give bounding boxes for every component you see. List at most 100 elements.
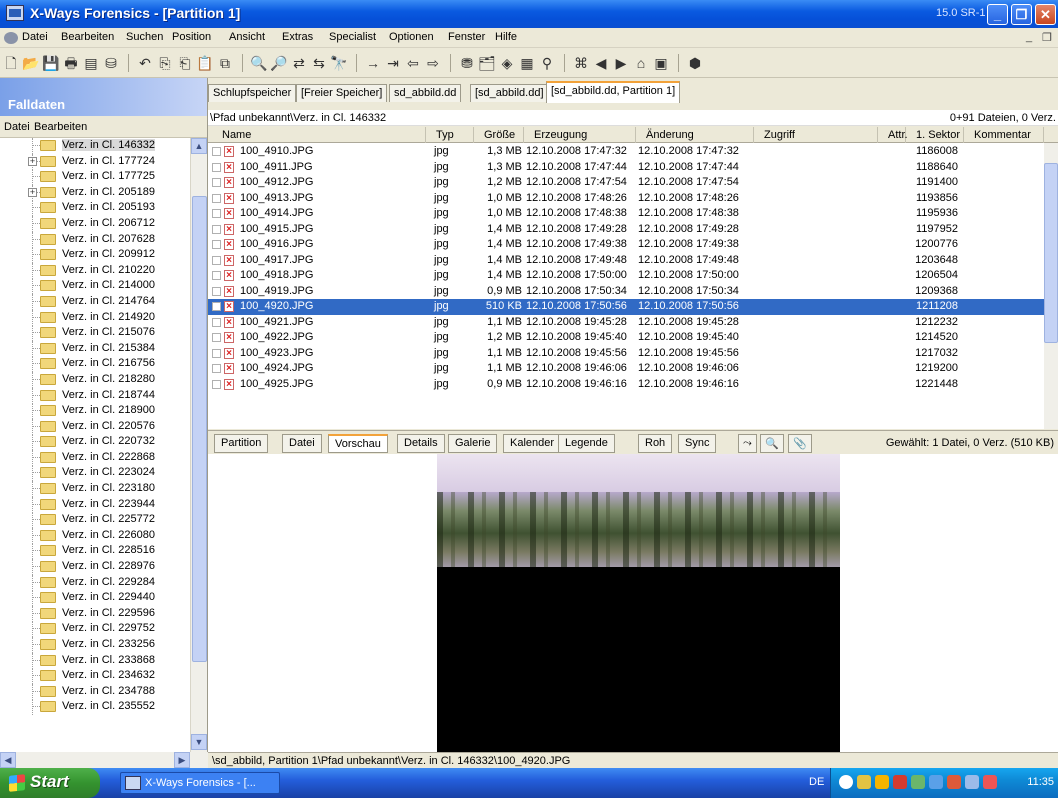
tree-item[interactable]: Verz. in Cl. 222868 (0, 449, 190, 466)
col-sector-header[interactable]: 1. Sektor (906, 127, 964, 143)
tree-item[interactable]: Verz. in Cl. 214000 (0, 278, 190, 295)
scroll-up-icon[interactable]: ▲ (191, 138, 207, 154)
row-checkbox[interactable] (212, 286, 221, 296)
tree-item[interactable]: Verz. in Cl. 220732 (0, 434, 190, 451)
view-tab[interactable]: Partition (214, 434, 269, 453)
col-type-header[interactable]: Typ (426, 127, 474, 143)
tree-item[interactable]: Verz. in Cl. 218744 (0, 387, 190, 404)
undo-icon[interactable]: ↶ (136, 54, 154, 72)
file-row[interactable]: × 100_4911.JPG jpg 1,3 MB 12.10.2008 17:47:4… (208, 160, 1044, 176)
tab-data-window[interactable]: [sd_abbild.dd] (470, 84, 549, 102)
paste-icon[interactable]: 📋 (196, 54, 214, 72)
paste-hex-icon[interactable]: ⧉ (216, 54, 234, 72)
tab-data-window[interactable]: sd_abbild.dd (389, 84, 462, 102)
print-icon[interactable]: 🖶 (62, 54, 80, 72)
tree-vertical-scrollbar[interactable]: ▲ ▼ (190, 138, 207, 752)
row-checkbox[interactable] (212, 209, 221, 218)
file-row[interactable]: × 100_4924.JPG jpg 1,1 MB 12.10.2008 19:46:0… (208, 361, 1044, 377)
tree-item[interactable]: Verz. in Cl. 234632 (0, 668, 190, 685)
tree-item[interactable]: Verz. in Cl. 218900 (0, 403, 190, 420)
calculator-icon[interactable]: ▦ (518, 54, 536, 72)
disk-icon[interactable]: ⛃ (458, 54, 476, 72)
row-checkbox[interactable] (212, 364, 221, 373)
tree-item[interactable]: Verz. in Cl. 220576 (0, 418, 190, 435)
sync-arrow-icon[interactable]: ⤳ (738, 434, 757, 453)
tree-item[interactable]: + Verz. in Cl. 205189 (0, 184, 190, 201)
open-disk-icon[interactable]: ⛁ (102, 54, 120, 72)
replace-text-icon[interactable]: ⇄ (290, 54, 308, 72)
case-menu-datei[interactable]: Datei (4, 121, 30, 133)
security-shield-icon[interactable] (875, 775, 889, 789)
file-row[interactable]: × 100_4912.JPG jpg 1,2 MB 12.10.2008 17:47:5… (208, 175, 1044, 191)
tree-item[interactable]: Verz. in Cl. 229284 (0, 574, 190, 591)
tray-expand-icon[interactable] (839, 775, 853, 789)
file-row[interactable]: × 100_4919.JPG jpg 0,9 MB 12.10.2008 17:50:3… (208, 284, 1044, 300)
file-row[interactable]: × 100_4916.JPG jpg 1,4 MB 12.10.2008 17:49:3… (208, 237, 1044, 253)
scroll-thumb[interactable] (192, 196, 207, 662)
case-menu-bearbeiten[interactable]: Bearbeiten (34, 121, 87, 133)
alert-icon[interactable] (983, 775, 997, 789)
row-checkbox[interactable] (212, 348, 221, 358)
col-created-header[interactable]: Erzeugung (524, 127, 636, 143)
view-tab[interactable]: Vorschau (328, 434, 388, 453)
tree-item[interactable]: Verz. in Cl. 226080 (0, 527, 190, 544)
file-row[interactable]: × 100_4917.JPG jpg 1,4 MB 12.10.2008 17:49:4… (208, 253, 1044, 269)
col-comment-header[interactable]: Kommentar (964, 127, 1044, 143)
scroll-left-icon[interactable]: ◀ (0, 752, 16, 768)
open-folder-icon[interactable]: 📂 (22, 54, 40, 72)
list-scroll-thumb[interactable] (1044, 163, 1058, 343)
file-row[interactable]: × 100_4923.JPG jpg 1,1 MB 12.10.2008 19:45:5… (208, 346, 1044, 362)
file-row[interactable]: × 100_4918.JPG jpg 1,4 MB 12.10.2008 17:50:0… (208, 268, 1044, 284)
tree-item[interactable]: Verz. in Cl. 234788 (0, 683, 190, 700)
back-icon[interactable]: ⇦ (404, 54, 422, 72)
go-to-offset-icon[interactable]: → (364, 54, 382, 72)
go-to-sector-icon[interactable]: ⇥ (384, 54, 402, 72)
file-row[interactable]: × 100_4914.JPG jpg 1,0 MB 12.10.2008 17:48:3… (208, 206, 1044, 222)
file-row[interactable]: × 100_4913.JPG jpg 1,0 MB 12.10.2008 17:48:2… (208, 191, 1044, 207)
tab-data-window[interactable]: [Freier Speicher] (296, 84, 388, 102)
minimize-button[interactable]: _ (987, 4, 1008, 25)
menu-optionen[interactable]: Optionen (389, 31, 434, 43)
tree-item[interactable]: Verz. in Cl. 233868 (0, 652, 190, 669)
col-size-header[interactable]: Größe (474, 127, 524, 143)
file-row[interactable]: × 100_4921.JPG jpg 1,1 MB 12.10.2008 19:45:2… (208, 315, 1044, 331)
tree-item[interactable]: Verz. in Cl. 229440 (0, 590, 190, 607)
tab-data-window[interactable]: Schlupfspeicher (208, 84, 297, 102)
menu-datei[interactable]: Datei (22, 31, 48, 43)
file-row[interactable]: × 100_4910.JPG jpg 1,3 MB 12.10.2008 17:47:3… (208, 144, 1044, 160)
simultaneous-search-icon[interactable]: 🔭 (330, 54, 348, 72)
tree-item[interactable]: Verz. in Cl. 207628 (0, 231, 190, 248)
new-file-icon[interactable]: 🗋 (2, 54, 20, 72)
filter-icon[interactable]: ⌘ (572, 54, 590, 72)
tree-item[interactable]: Verz. in Cl. 215384 (0, 340, 190, 357)
binoculars-icon[interactable]: 🔍 (760, 434, 784, 453)
antivirus-icon[interactable] (893, 775, 907, 789)
scroll-right-icon[interactable]: ▶ (174, 752, 190, 768)
expand-icon[interactable]: + (28, 156, 37, 166)
maximize-button[interactable]: ❐ (1011, 4, 1032, 25)
row-checkbox[interactable] (212, 193, 221, 203)
grid-view-icon[interactable]: ▣ (652, 54, 670, 72)
tree-item[interactable]: Verz. in Cl. 229596 (0, 605, 190, 622)
tree-item[interactable]: Verz. in Cl. 228516 (0, 543, 190, 560)
tree-item[interactable]: Verz. in Cl. 223944 (0, 496, 190, 513)
list-vertical-scrollbar[interactable] (1044, 143, 1058, 429)
tray-app-icon[interactable] (857, 775, 871, 789)
copy-icon[interactable]: ⎘ (156, 54, 174, 72)
network-icon[interactable] (929, 775, 943, 789)
tree-item[interactable]: Verz. in Cl. 214920 (0, 309, 190, 326)
tray-chart-icon[interactable] (911, 775, 925, 789)
tab-data-window[interactable]: [sd_abbild.dd, Partition 1] (546, 81, 681, 103)
view-tab[interactable]: Roh (638, 434, 673, 453)
search-icon[interactable]: ⚲ (538, 54, 556, 72)
disk-tools-icon[interactable]: ◈ (498, 54, 516, 72)
find-text-icon[interactable]: 🔍 (250, 54, 268, 72)
tree-item[interactable]: Verz. in Cl. 214764 (0, 293, 190, 310)
menu-ansicht[interactable]: Ansicht (229, 31, 265, 43)
properties-icon[interactable]: ▤ (82, 54, 100, 72)
start-button[interactable]: Start (0, 768, 100, 798)
view-tab[interactable]: Details (397, 434, 445, 453)
row-checkbox[interactable] (212, 224, 221, 234)
mdi-restore-button[interactable]: ❐ (1042, 31, 1052, 44)
app-icon[interactable] (6, 5, 24, 21)
